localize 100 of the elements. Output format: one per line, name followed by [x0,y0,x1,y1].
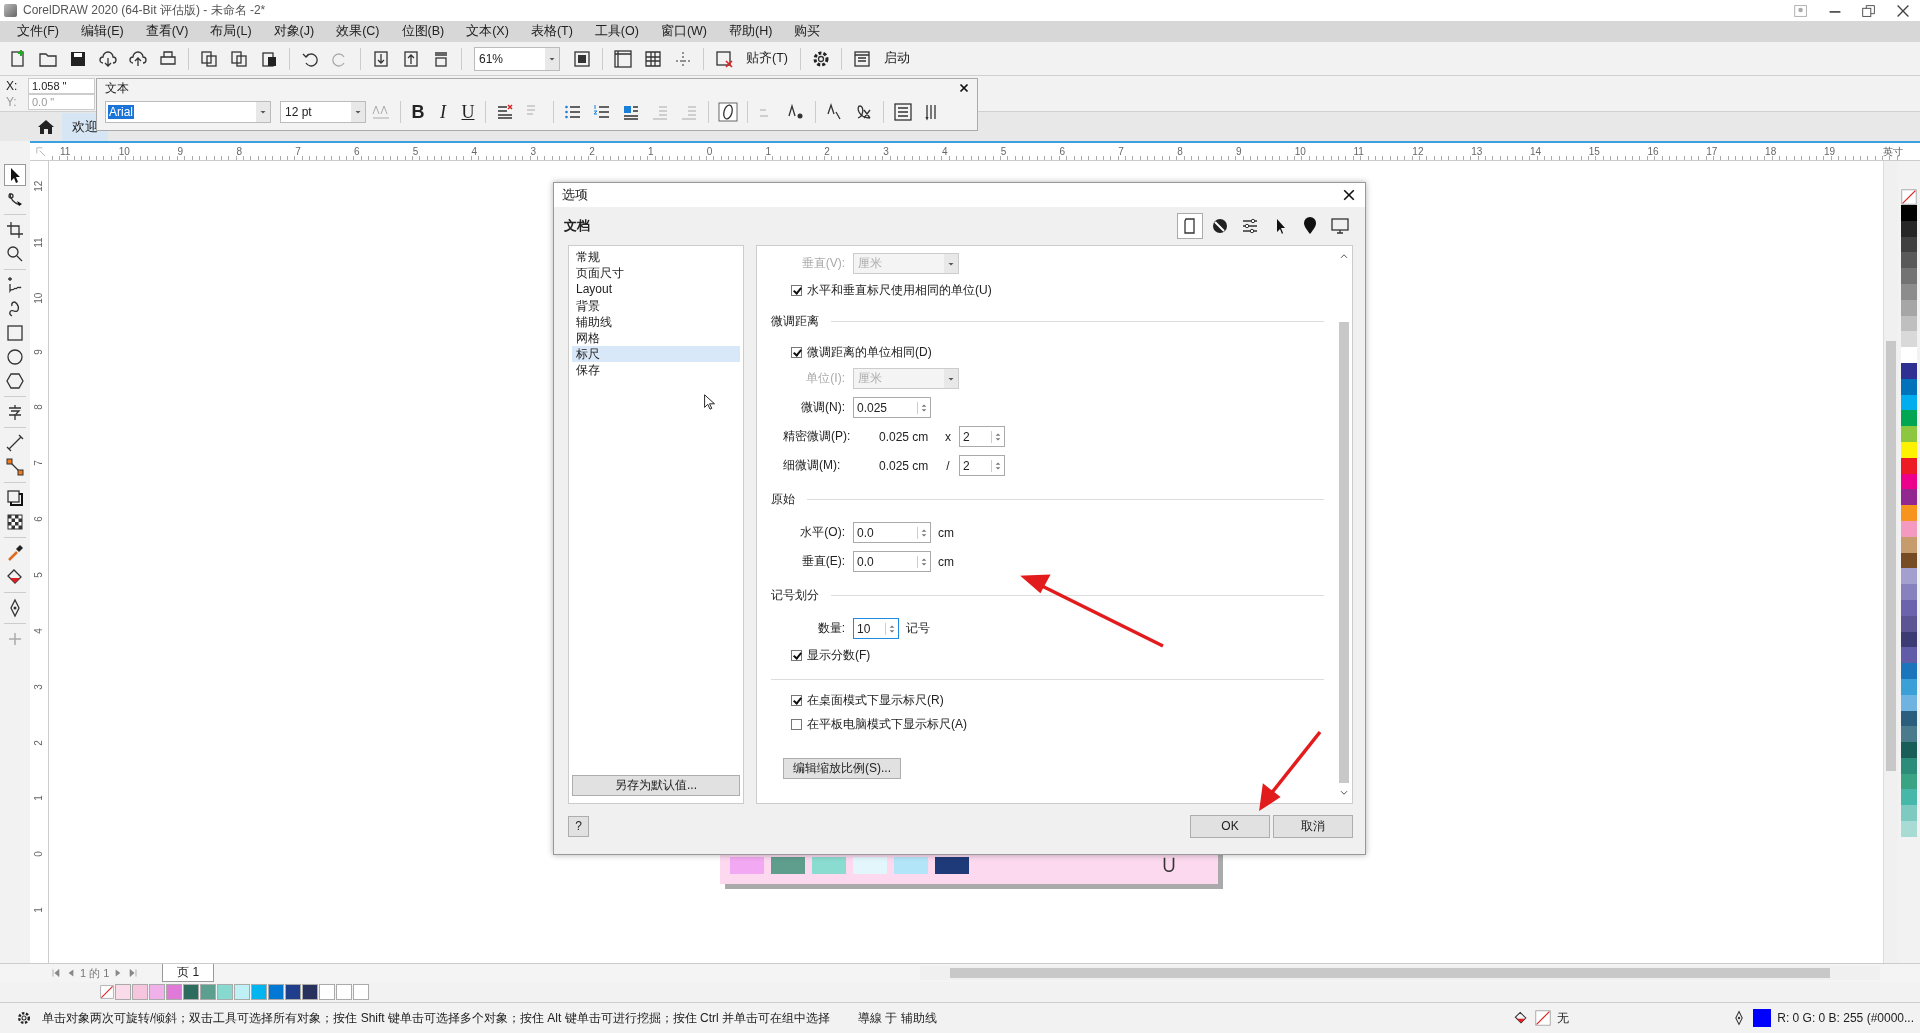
palette-swatch[interactable] [1901,647,1917,664]
checkbox[interactable] [791,694,802,706]
page-icon[interactable] [1177,213,1203,239]
palette-swatch[interactable] [1901,426,1917,442]
import-icon[interactable] [371,48,391,69]
menu-item[interactable]: 工具(O) [583,23,650,40]
palette-swatch[interactable] [183,984,199,1000]
close-icon[interactable] [1341,187,1357,203]
home-icon[interactable] [36,117,56,137]
menu-item[interactable]: 窗口(W) [649,23,719,40]
copy-icon[interactable] [229,48,249,69]
category-item[interactable]: 页面尺寸 [572,265,740,282]
category-item[interactable]: 常规 [572,249,740,266]
menu-item[interactable]: 文本(X) [455,23,520,40]
ruler-toggle-icon[interactable] [613,48,633,69]
number-field[interactable]: 2 [959,455,1005,476]
last-page-icon[interactable] [127,967,140,979]
menu-item[interactable]: 位图(B) [390,23,456,40]
vertical-scrollbar[interactable] [1883,161,1898,963]
checkbox[interactable] [791,346,802,358]
text-style-button[interactable]: U [456,101,480,123]
palette-swatch[interactable] [1901,489,1917,506]
cloud-download-icon[interactable] [98,48,118,69]
menu-item[interactable]: 查看(V) [134,23,200,40]
menu-item[interactable]: 编辑(E) [69,23,135,40]
palette-swatch[interactable] [234,984,250,1000]
ellipse-tool-icon[interactable] [5,347,25,367]
category-item[interactable]: Layout [572,281,740,298]
ellipse-outline-icon[interactable] [718,102,738,122]
palette-swatch[interactable] [1901,268,1917,284]
rectangle-tool-icon[interactable] [5,323,25,343]
palette-swatch[interactable] [285,984,301,1000]
close-icon[interactable] [957,81,971,95]
window-layout-icon[interactable] [851,48,872,69]
horizontal-scrollbar[interactable] [920,966,1880,980]
number-field[interactable]: 10 [853,618,899,639]
save-as-default-button[interactable]: 另存为默认值... [572,775,740,796]
palette-swatch[interactable] [1901,205,1917,221]
menu-item[interactable]: 购买 [783,23,832,40]
palette-swatch[interactable] [1901,568,1917,585]
checkerboard-tool-icon[interactable] [5,512,25,532]
crop-tool-icon[interactable] [5,220,25,240]
page-tab[interactable]: 页 1 [162,964,215,982]
palette-swatch[interactable] [1901,821,1917,837]
settings-icon[interactable] [16,1010,32,1026]
text-style-button[interactable]: I [431,101,455,123]
no-color-swatch[interactable] [100,985,114,999]
category-item[interactable]: 标尺 [572,346,740,363]
first-page-icon[interactable] [50,967,62,979]
caret-icon[interactable] [256,102,270,122]
copy-icon[interactable] [199,48,219,69]
category-item[interactable]: 网格 [572,329,740,347]
palette-swatch[interactable] [217,984,233,1000]
palette-swatch[interactable] [251,984,267,1000]
palette-swatch[interactable] [200,984,216,1000]
launch-dropdown[interactable]: 启动 [883,50,910,67]
category-item[interactable]: 保存 [572,362,740,379]
grid-icon[interactable] [643,48,663,69]
cloud-upload-icon[interactable] [128,48,148,69]
menu-item[interactable]: 帮助(H) [718,23,784,40]
menu-item[interactable]: 表格(T) [519,23,584,40]
font-dropdown[interactable]: Arial [105,101,271,123]
full-screen-icon[interactable] [572,48,592,69]
number-field[interactable]: 0.025 [853,397,931,418]
export-icon[interactable] [401,48,421,69]
menu-item[interactable]: 对象(J) [262,23,326,40]
no-color-swatch[interactable] [1901,189,1917,205]
palette-swatch[interactable] [1901,347,1917,363]
checkbox[interactable] [791,649,802,661]
number-field[interactable]: 2 [959,426,1005,447]
hexagon-tool-icon[interactable] [5,371,25,391]
drop-shadow-tool-icon[interactable] [5,488,25,508]
palette-swatch[interactable] [1901,584,1917,600]
font-size-dropdown[interactable]: 12 pt [280,101,366,123]
number-field[interactable]: 0.0 [853,551,931,572]
caret-icon[interactable] [351,102,365,122]
checkbox[interactable] [791,284,802,296]
text-style-button[interactable]: B [406,101,430,123]
palette-swatch[interactable] [1901,505,1917,521]
snap-dropdown[interactable]: 贴齐(T) [746,50,788,67]
snap-off-icon[interactable] [714,48,734,69]
category-item[interactable]: 辅助线 [572,313,740,330]
clear-format-icon[interactable] [495,102,515,122]
help-button[interactable]: ? [568,815,589,837]
dimension-line-tool-icon[interactable] [5,433,25,453]
number-field[interactable]: 0.0 [853,522,931,543]
palette-swatch[interactable] [166,984,182,1000]
menu-item[interactable]: 效果(C) [325,23,391,40]
zoom-level-dropdown[interactable]: 61% [474,46,560,71]
palette-swatch[interactable] [319,984,335,1000]
palette-swatch[interactable] [302,984,318,1000]
palette-swatch[interactable] [353,984,369,1000]
edit-scale-button[interactable]: 编辑缩放比例(S)... [783,758,901,779]
menu-item[interactable]: 布局(L) [199,23,263,40]
palette-swatch[interactable] [268,984,284,1000]
palette-swatch[interactable] [1901,331,1917,348]
category-item[interactable]: 背景 [572,297,740,314]
x-position-field[interactable]: 1.058 " [28,77,95,94]
palette-swatch[interactable] [1901,789,1917,806]
palette-swatch[interactable] [1901,663,1917,679]
